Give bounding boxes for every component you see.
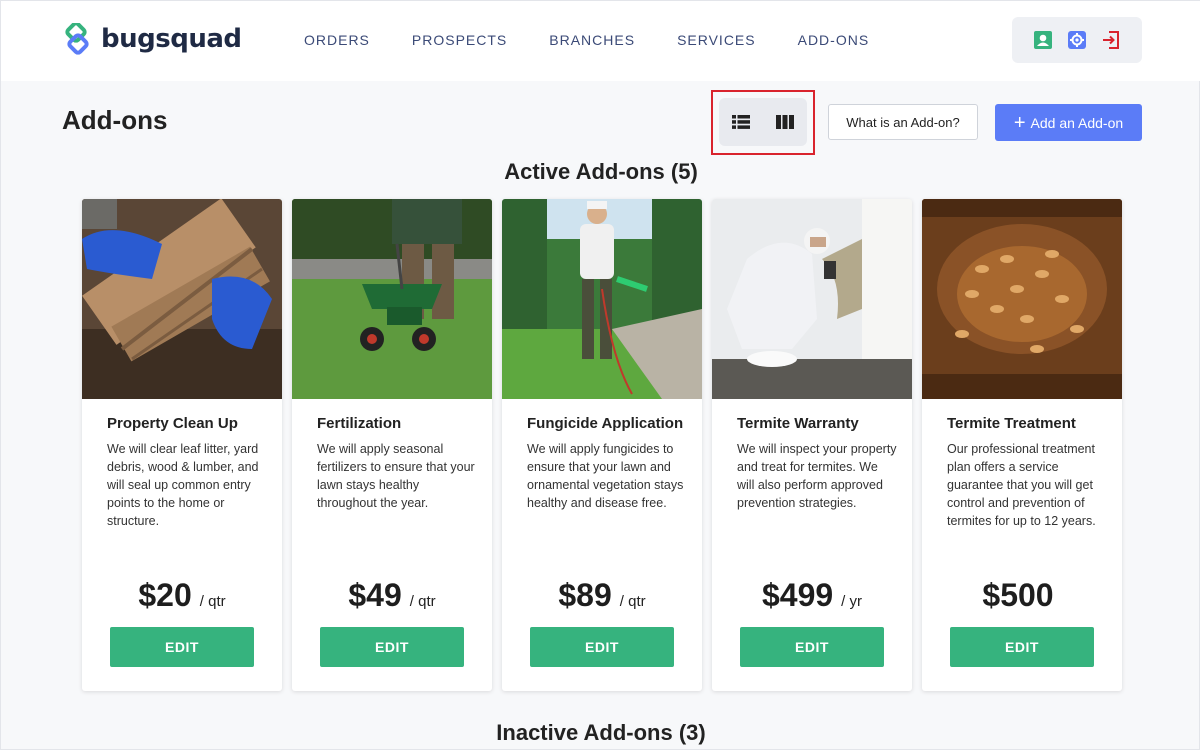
addon-image	[712, 199, 912, 399]
addon-card: Termite Treatment Our professional treat…	[922, 199, 1122, 691]
addon-description: We will apply fungicides to ensure that …	[527, 442, 684, 510]
active-addons-list: Property Clean Up We will clear leaf lit…	[82, 199, 1132, 691]
addon-name: Termite Treatment	[947, 415, 1076, 432]
addon-name: Fungicide Application	[527, 415, 684, 432]
addon-price: $20	[138, 577, 192, 613]
page-title: Add-ons	[62, 105, 168, 135]
plus-icon: +	[1013, 111, 1026, 134]
addon-price-row: $500	[922, 577, 1122, 614]
addon-price-unit: / qtr	[619, 593, 646, 610]
addon-image	[82, 199, 282, 399]
nav-item-orders[interactable]: ORDERS	[304, 32, 370, 48]
addon-name: Property Clean Up	[107, 415, 238, 432]
brand-logo[interactable]: bugsquad	[61, 21, 242, 55]
addon-description: We will inspect your property and treat …	[737, 442, 897, 510]
addon-name: Termite Warranty	[737, 415, 859, 432]
addon-price-row: $499 / yr	[712, 577, 912, 614]
nav-item-add-ons[interactable]: ADD-ONS	[798, 32, 870, 48]
addon-price: $500	[982, 577, 1054, 613]
what-is-addon-button[interactable]: What is an Add-on?	[828, 104, 978, 140]
addon-price: $89	[558, 577, 612, 613]
view-toggle	[719, 98, 807, 146]
nav-item-branches[interactable]: BRANCHES	[549, 32, 635, 48]
addon-image	[292, 199, 492, 399]
addon-card: Fertilization We will apply seasonal fer…	[292, 199, 492, 691]
addon-image	[922, 199, 1122, 399]
column-view-icon[interactable]	[769, 106, 801, 138]
inactive-addons-heading: Inactive Add-ons (3)	[496, 720, 706, 745]
edit-button[interactable]: EDIT	[530, 627, 674, 667]
main-nav: ORDERS PROSPECTS BRANCHES SERVICES ADD-O…	[304, 32, 911, 48]
addon-card: Property Clean Up We will clear leaf lit…	[82, 199, 282, 691]
addon-description: We will clear leaf litter, yard debris, …	[107, 442, 259, 528]
addon-card: Termite Warranty We will inspect your pr…	[712, 199, 912, 691]
addon-card: Fungicide Application We will apply fung…	[502, 199, 702, 691]
addon-price-row: $20 / qtr	[82, 577, 282, 614]
nav-item-prospects[interactable]: PROSPECTS	[412, 32, 507, 48]
user-icon[interactable]	[1032, 29, 1054, 51]
addon-price-row: $49 / qtr	[292, 577, 492, 614]
addon-image	[502, 199, 702, 399]
top-header: bugsquad ORDERS PROSPECTS BRANCHES SERVI…	[1, 1, 1200, 81]
active-addons-heading: Active Add-ons (5)	[504, 159, 698, 184]
addon-name: Fertilization	[317, 415, 402, 432]
add-addon-label: Add an Add-on	[1030, 114, 1124, 131]
nav-item-services[interactable]: SERVICES	[677, 32, 756, 48]
edit-button[interactable]: EDIT	[740, 627, 884, 667]
bugsquad-logo-icon	[61, 21, 93, 55]
addon-price: $499	[761, 577, 834, 613]
edit-button[interactable]: EDIT	[110, 627, 254, 667]
addon-price-row: $89 / qtr	[502, 577, 702, 614]
addon-price-unit: / yr	[841, 593, 863, 610]
addon-price-unit: / qtr	[199, 593, 226, 610]
addon-price-unit: / qtr	[409, 593, 436, 610]
list-view-icon[interactable]	[725, 106, 757, 138]
header-actions	[1012, 17, 1142, 63]
edit-button[interactable]: EDIT	[950, 627, 1094, 667]
addon-price: $49	[348, 577, 402, 613]
brand-name: bugsquad	[101, 24, 242, 54]
gear-icon[interactable]	[1066, 29, 1088, 51]
addon-description: We will apply seasonal fertilizers to en…	[317, 442, 475, 510]
edit-button[interactable]: EDIT	[320, 627, 464, 667]
addon-description: Our professional treatment plan offers a…	[947, 442, 1096, 528]
logout-icon[interactable]	[1100, 29, 1122, 51]
add-addon-button[interactable]: + Add an Add-on	[995, 104, 1142, 141]
